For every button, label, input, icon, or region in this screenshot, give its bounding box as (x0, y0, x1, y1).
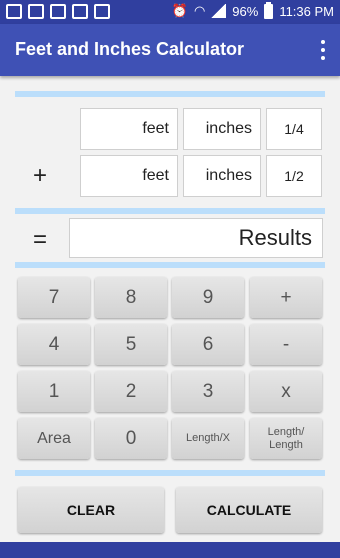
status-right: ⏰ ◠ 96% 11:36 PM (171, 1, 334, 19)
length-length-key[interactable]: Length/ Length (250, 418, 322, 459)
divider (15, 91, 325, 97)
feet-input-1[interactable]: feet (80, 108, 178, 150)
calculate-button[interactable]: CALCULATE (176, 487, 322, 533)
key-4[interactable]: 4 (18, 324, 90, 365)
key-0[interactable]: 0 (95, 418, 167, 459)
wifi-icon: ◠ (193, 3, 206, 18)
key-2[interactable]: 2 (95, 371, 167, 412)
voicemail-icon (50, 4, 66, 19)
length-x-key[interactable]: Length/X (172, 418, 244, 459)
clock: 11:36 PM (279, 3, 334, 19)
key-plus[interactable]: + (250, 277, 322, 318)
key-3[interactable]: 3 (172, 371, 244, 412)
more-vert-icon[interactable] (318, 40, 328, 60)
voicemail-icon (72, 4, 88, 19)
notification-icons (6, 4, 110, 19)
signal-icon (211, 4, 227, 18)
battery-percent: 96% (232, 3, 259, 19)
key-7[interactable]: 7 (18, 277, 90, 318)
clear-button[interactable]: CLEAR (18, 487, 164, 533)
key-9[interactable]: 9 (172, 277, 244, 318)
key-6[interactable]: 6 (172, 324, 244, 365)
key-minus[interactable]: - (250, 324, 322, 365)
inches-input-1[interactable]: inches (183, 108, 261, 150)
inches-input-2[interactable]: inches (183, 155, 261, 197)
fraction-input-1[interactable]: 1/4 (266, 108, 322, 150)
divider (15, 470, 325, 476)
nav-bar (0, 542, 340, 558)
results-display: Results (69, 218, 323, 258)
divider (15, 208, 325, 214)
app-bar: Feet and Inches Calculator (0, 24, 340, 76)
notification-icon (6, 4, 22, 19)
area-key[interactable]: Area (18, 418, 90, 459)
key-1[interactable]: 1 (18, 371, 90, 412)
alarm-icon: ⏰ (171, 3, 188, 18)
image-icon (28, 4, 44, 19)
app-title: Feet and Inches Calculator (15, 39, 245, 59)
dropbox-icon (94, 4, 110, 19)
key-5[interactable]: 5 (95, 324, 167, 365)
feet-input-2[interactable]: feet (80, 155, 178, 197)
battery-icon (264, 1, 274, 19)
operator-label: + (32, 162, 47, 189)
fraction-input-2[interactable]: 1/2 (266, 155, 322, 197)
key-8[interactable]: 8 (95, 277, 167, 318)
equals-label: = (32, 226, 47, 253)
divider (15, 262, 325, 268)
status-bar: ⏰ ◠ 96% 11:36 PM (0, 0, 340, 24)
key-times[interactable]: x (250, 371, 322, 412)
